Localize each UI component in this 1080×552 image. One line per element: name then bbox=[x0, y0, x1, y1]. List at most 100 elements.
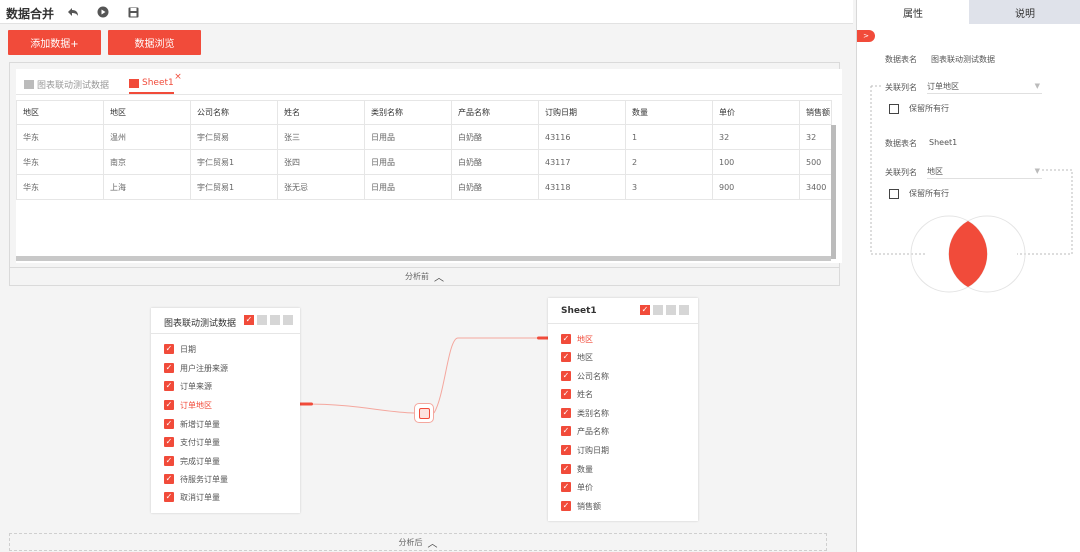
column-header[interactable]: 产品名称 bbox=[451, 100, 539, 125]
page-title: 数据合并 bbox=[6, 7, 55, 21]
table-cell: 白奶酪 bbox=[451, 124, 539, 150]
undo-icon[interactable] bbox=[66, 5, 80, 19]
field-item[interactable]: ✓ 单价 bbox=[561, 481, 593, 493]
checkbox-checked-icon[interactable]: ✓ bbox=[561, 426, 571, 436]
field-item[interactable]: ✓ 新增订单量 bbox=[164, 418, 220, 430]
field-item[interactable]: ✓ 日期 bbox=[164, 343, 196, 355]
checkbox-checked-icon[interactable]: ✓ bbox=[561, 371, 571, 381]
join-type-venn[interactable] bbox=[867, 82, 1079, 297]
save-icon[interactable] bbox=[126, 5, 140, 19]
run-icon[interactable] bbox=[96, 5, 110, 19]
field-item[interactable]: ✓ 姓名 bbox=[561, 388, 593, 400]
checkbox-checked-icon[interactable]: ✓ bbox=[164, 419, 174, 429]
join-node-icon[interactable] bbox=[414, 403, 434, 423]
checkbox-checked-icon[interactable]: ✓ bbox=[164, 492, 174, 502]
column-header[interactable]: 销售额 bbox=[799, 100, 832, 125]
checkbox-checked-icon[interactable]: ✓ bbox=[164, 363, 174, 373]
field-item-key[interactable]: ✓ 订单地区 bbox=[164, 399, 212, 411]
vertical-scrollbar[interactable] bbox=[831, 125, 836, 259]
field-item[interactable]: ✓ 支付订单量 bbox=[164, 436, 220, 448]
table-name-label: 数据表名 bbox=[885, 55, 917, 64]
checkbox-checked-icon[interactable]: ✓ bbox=[561, 501, 571, 511]
table-cell: 日用品 bbox=[364, 149, 452, 175]
venn-intersection bbox=[948, 221, 988, 287]
field-item[interactable]: ✓ 取消订单量 bbox=[164, 491, 220, 503]
table-cell: 43117 bbox=[538, 149, 626, 175]
checkbox-checked-icon[interactable]: ✓ bbox=[561, 389, 571, 399]
checkbox-checked-icon[interactable]: ✓ bbox=[164, 400, 174, 410]
horizontal-scrollbar[interactable] bbox=[16, 256, 831, 261]
checkbox-checked-icon[interactable]: ✓ bbox=[561, 408, 571, 418]
tab-properties[interactable]: 属性 bbox=[857, 0, 969, 24]
field-label: 完成订单量 bbox=[180, 456, 220, 466]
field-item[interactable]: ✓ 类别名称 bbox=[561, 407, 609, 419]
tab-test-data[interactable]: 图表联动测试数据 bbox=[24, 74, 109, 94]
checkbox-checked-icon[interactable]: ✓ bbox=[561, 352, 571, 362]
browse-data-button[interactable]: 数据浏览 bbox=[108, 30, 201, 55]
field-item[interactable]: ✓ 公司名称 bbox=[561, 370, 609, 382]
add-data-button[interactable]: 添加数据+ bbox=[8, 30, 101, 55]
table-name-value: 图表联动测试数据 bbox=[931, 55, 995, 64]
checkbox-checked-icon[interactable]: ✓ bbox=[164, 437, 174, 447]
tab-label: Sheet1 bbox=[142, 78, 174, 88]
table-cell: 华东 bbox=[16, 124, 104, 150]
tab-sheet1[interactable]: Sheet1 × bbox=[129, 72, 182, 94]
close-icon[interactable]: × bbox=[174, 72, 182, 82]
checkbox-checked-icon[interactable]: ✓ bbox=[164, 381, 174, 391]
column-header[interactable]: 类别名称 bbox=[364, 100, 452, 125]
column-header[interactable]: 数量 bbox=[625, 100, 713, 125]
tab-description[interactable]: 说明 bbox=[969, 0, 1080, 24]
table-row: 华东 南京 宇仁贸易1 张四 日用品 白奶酪 43117 2 100 500 bbox=[16, 149, 832, 175]
collapse-after-bar[interactable]: 分析后 ︿ bbox=[9, 533, 827, 551]
properties-panel: 属性 说明 > 数据表名 图表联动测试数据 关联列名 订单地区 ▼ 保留所有行 … bbox=[856, 0, 1080, 552]
collapse-before-bar[interactable]: 分析前 ︿ bbox=[10, 267, 839, 285]
chevron-up-icon: ︿ bbox=[427, 538, 438, 550]
checkbox-checked-icon[interactable]: ✓ bbox=[164, 474, 174, 484]
check-all-icon[interactable]: ✓ bbox=[640, 305, 650, 315]
field-item[interactable]: ✓ 用户注册来源 bbox=[164, 362, 228, 374]
field-item[interactable]: ✓ 数量 bbox=[561, 463, 593, 475]
column-header[interactable]: 地区 bbox=[16, 100, 104, 125]
expand-panel-icon[interactable]: > bbox=[857, 30, 875, 42]
node-sheet1[interactable]: Sheet1 ✓ ✓ 地区 ✓ 地区 ✓ 公司名称 ✓ 姓名 ✓ 类别名称 ✓ 产品名称 ✓… bbox=[548, 298, 698, 521]
field-item[interactable]: ✓ 订单来源 bbox=[164, 380, 212, 392]
field-label: 新增订单量 bbox=[180, 419, 220, 429]
table-cell: 张无忌 bbox=[277, 174, 365, 200]
node-test-data[interactable]: 图表联动测试数据 ✓ ✓ 日期 ✓ 用户注册来源 ✓ 订单来源 ✓ 订单地区 ✓ 新增订单… bbox=[151, 308, 300, 513]
table-cell: 上海 bbox=[103, 174, 191, 200]
field-label: 日期 bbox=[180, 344, 196, 354]
check-all-icon[interactable]: ✓ bbox=[244, 315, 254, 325]
table-cell: 32 bbox=[712, 124, 800, 150]
table-cell: 白奶酪 bbox=[451, 174, 539, 200]
checkbox-checked-icon[interactable]: ✓ bbox=[164, 456, 174, 466]
sheet-icon[interactable] bbox=[257, 315, 267, 325]
table-cell: 宇仁贸易 bbox=[190, 124, 278, 150]
collapse-icon[interactable] bbox=[679, 305, 689, 315]
delete-icon[interactable] bbox=[270, 315, 280, 325]
table-cell: 2 bbox=[625, 149, 713, 175]
field-item[interactable]: ✓ 订购日期 bbox=[561, 444, 609, 456]
field-item[interactable]: ✓ 待服务订单量 bbox=[164, 473, 228, 485]
data-preview: 图表联动测试数据 Sheet1 × 地区 地区 公司名称 姓名 类别名称 产品名… bbox=[16, 69, 842, 263]
checkbox-checked-icon[interactable]: ✓ bbox=[561, 334, 571, 344]
column-header[interactable]: 公司名称 bbox=[190, 100, 278, 125]
sheet-icon[interactable] bbox=[653, 305, 663, 315]
collapse-icon[interactable] bbox=[283, 315, 293, 325]
field-item[interactable]: ✓ 产品名称 bbox=[561, 425, 609, 437]
side-tabs: 属性 说明 bbox=[857, 0, 1080, 24]
delete-icon[interactable] bbox=[666, 305, 676, 315]
field-item[interactable]: ✓ 地区 bbox=[561, 351, 593, 363]
checkbox-checked-icon[interactable]: ✓ bbox=[164, 344, 174, 354]
checkbox-checked-icon[interactable]: ✓ bbox=[561, 464, 571, 474]
column-header[interactable]: 地区 bbox=[103, 100, 191, 125]
field-item[interactable]: ✓ 销售额 bbox=[561, 500, 601, 512]
column-header[interactable]: 姓名 bbox=[277, 100, 365, 125]
field-item[interactable]: ✓ 完成订单量 bbox=[164, 455, 220, 467]
checkbox-checked-icon[interactable]: ✓ bbox=[561, 445, 571, 455]
column-header[interactable]: 订购日期 bbox=[538, 100, 626, 125]
table-cell: 张四 bbox=[277, 149, 365, 175]
field-item-key[interactable]: ✓ 地区 bbox=[561, 333, 593, 345]
checkbox-checked-icon[interactable]: ✓ bbox=[561, 482, 571, 492]
table-cell: 1 bbox=[625, 124, 713, 150]
column-header[interactable]: 单价 bbox=[712, 100, 800, 125]
